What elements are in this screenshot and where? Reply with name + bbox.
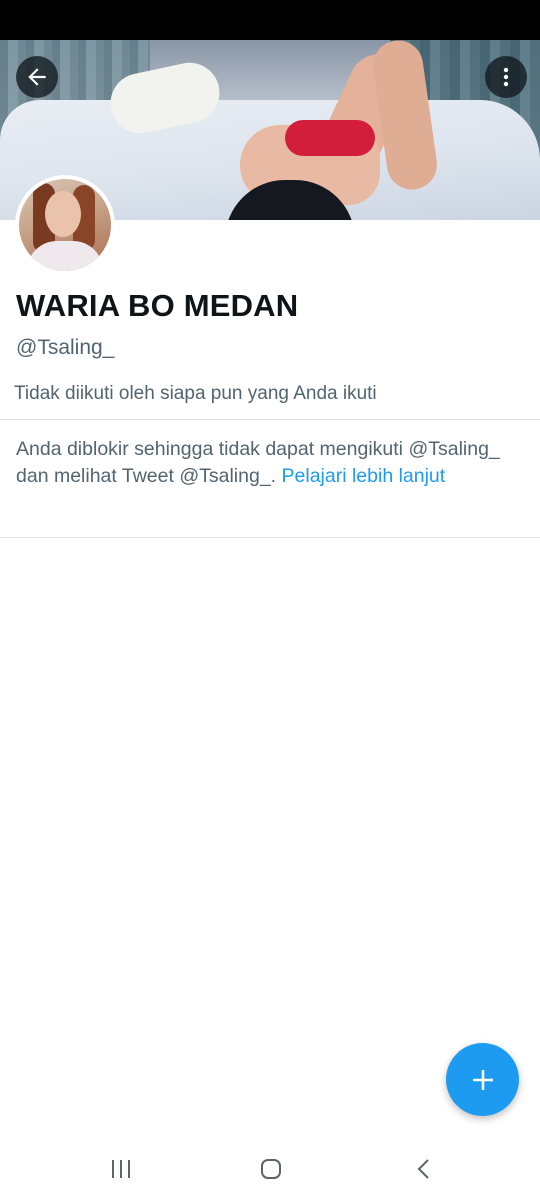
compose-tweet-button[interactable] (446, 1043, 519, 1116)
avatar-face (45, 191, 81, 237)
followers-you-know-note[interactable]: Tidak diikuti oleh siapa pun yang Anda i… (14, 383, 377, 405)
blocked-handle-2: @Tsaling_. (179, 465, 277, 487)
chevron-left-icon (417, 1159, 429, 1179)
avatar-image (19, 179, 111, 271)
profile-display-name: WARIA BO MEDAN (16, 288, 299, 323)
blocked-notice: Anda diblokir sehingga tidak dapat mengi… (16, 436, 524, 490)
divider (0, 537, 540, 538)
plus-icon (472, 1069, 493, 1090)
banner-garment (285, 120, 375, 156)
profile-handle: @Tsaling_ (16, 336, 115, 359)
home-button[interactable] (251, 1154, 291, 1184)
system-back-button[interactable] (404, 1154, 444, 1184)
recent-apps-icon (112, 1160, 130, 1178)
arrow-left-icon (28, 68, 46, 86)
recent-apps-button[interactable] (101, 1154, 141, 1184)
blocked-handle-1: @Tsaling_ (408, 438, 500, 460)
home-icon (261, 1159, 281, 1179)
back-button[interactable] (16, 56, 58, 98)
system-navigation-bar (0, 1136, 540, 1200)
divider (0, 419, 540, 420)
blocked-text-before: Anda diblokir sehingga tidak dapat mengi… (16, 438, 404, 460)
learn-more-link[interactable]: Pelajari lebih lanjut (282, 465, 446, 487)
status-bar (0, 0, 540, 40)
more-options-button[interactable] (485, 56, 527, 98)
profile-avatar[interactable] (15, 175, 115, 275)
blocked-text-middle: dan melihat Tweet (16, 465, 174, 487)
more-vertical-icon (503, 67, 509, 87)
